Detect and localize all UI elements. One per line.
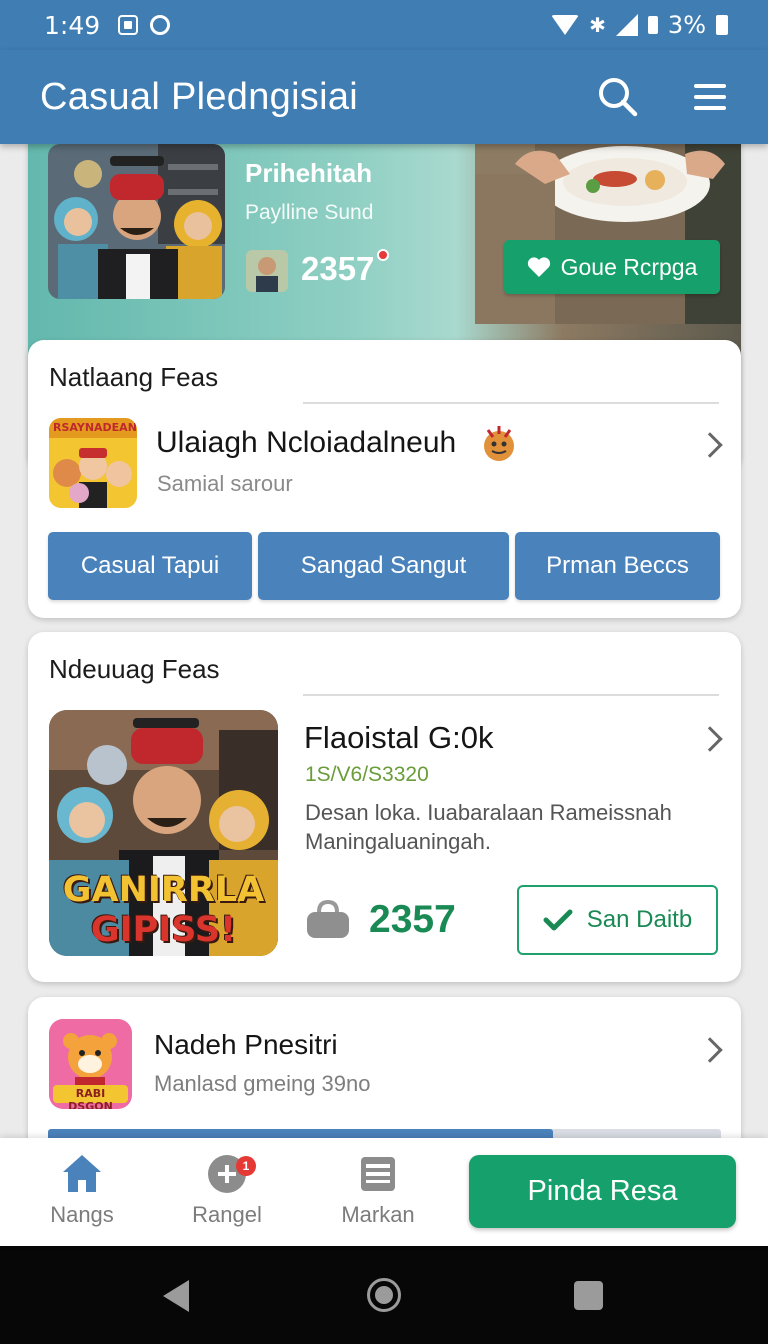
search-icon <box>599 78 638 117</box>
hero-action-label: Goue Rcrpga <box>560 253 698 280</box>
battery-small-icon <box>647 16 658 34</box>
item-title[interactable]: Ulaiagh Ncloiadalneuh <box>156 426 456 460</box>
chip-button[interactable]: Prman Beccs <box>515 532 720 600</box>
section-heading: Ndeuuag Feas <box>49 654 220 684</box>
app-title: Casual Pledngisiai <box>40 75 359 118</box>
cellular-signal-icon <box>615 14 638 36</box>
wifi-icon <box>551 15 580 35</box>
notification-badge: 1 <box>236 1156 256 1176</box>
hero-title: Prihehitah <box>245 158 373 188</box>
progress-bar <box>48 1129 721 1138</box>
location-icon <box>150 15 171 35</box>
featured-card: Natlaang Feas RSAYNADEAN Ulaiagh Ncloiad… <box>28 340 741 618</box>
chevron-right-icon[interactable] <box>697 1037 723 1063</box>
thumbnail-caption: RSAYNADEAN <box>53 421 137 434</box>
product-count: 2357 <box>369 898 456 941</box>
divider <box>303 402 719 404</box>
hero-action-button[interactable]: Goue Rcrpga <box>504 240 720 294</box>
section-heading: Natlaang Feas <box>49 362 219 392</box>
food-plate-image <box>475 144 741 324</box>
product-title[interactable]: Flaoistal G:0k <box>304 720 494 756</box>
checkmark-icon <box>543 909 573 931</box>
chip-button[interactable]: Sangad Sangut <box>258 532 509 600</box>
thumbnail-caption: RABI DSGON <box>68 1087 113 1109</box>
nav-item-home[interactable]: Nangs <box>27 1152 137 1228</box>
notification-app-icon <box>118 15 139 35</box>
progress-fill <box>48 1129 553 1138</box>
nav-label: Nangs <box>50 1202 114 1227</box>
bottom-navigation: Nangs 1 Rangel Markan Pinda Resa <box>0 1138 768 1246</box>
product-poster-image[interactable]: GANIRRLA GIPISS! <box>49 710 278 956</box>
app-bar: Casual Pledngisiai <box>0 50 768 144</box>
battery-percent: 3% <box>667 11 706 39</box>
nav-label: Rangel <box>192 1202 262 1227</box>
item-thumbnail[interactable]: RSAYNADEAN <box>49 418 137 508</box>
wallet-icon <box>361 1157 395 1191</box>
back-icon[interactable] <box>163 1280 189 1312</box>
confirm-button[interactable]: San Daitb <box>517 885 718 955</box>
menu-button[interactable] <box>688 75 732 119</box>
status-bar: 1:49 ✱ 3% <box>0 0 768 50</box>
notification-icons <box>118 15 171 35</box>
item-thumbnail: RABI DSGON <box>49 1019 132 1109</box>
chevron-right-icon[interactable] <box>697 726 723 752</box>
hero-avatar <box>246 250 288 292</box>
recents-icon[interactable] <box>574 1281 603 1310</box>
product-price: 1S/V6/S3320 <box>305 763 429 786</box>
home-icon <box>63 1155 101 1192</box>
list-card[interactable]: RABI DSGON Nadeh Pnesitri Manlasd gmeing… <box>28 997 741 1138</box>
menu-icon <box>694 84 726 110</box>
hero-subtitle: Paylline Sund <box>245 201 374 224</box>
poster-text-line1: GANIRRLA <box>62 870 265 910</box>
hero-group-photo <box>48 144 225 299</box>
bag-icon <box>307 900 349 938</box>
mascot-emoji-icon <box>484 426 514 461</box>
nav-item-add[interactable]: 1 Rangel <box>172 1152 282 1228</box>
battery-icon <box>716 15 728 35</box>
product-description: Desan loka. Iuabaralaan Rameissnah Manin… <box>305 800 672 854</box>
nav-label: Markan <box>341 1202 415 1227</box>
primary-cta-button[interactable]: Pinda Resa <box>469 1155 736 1228</box>
product-card: Ndeuuag Feas GANIRRLA GIPISS! Flaoistal … <box>28 632 741 982</box>
chip-button[interactable]: Casual Tapui <box>48 532 252 600</box>
search-button[interactable] <box>596 75 640 119</box>
hero-count: 2357 <box>301 250 375 287</box>
chevron-right-icon[interactable] <box>697 432 723 458</box>
confirm-button-label: San Daitb <box>586 906 693 933</box>
scroll-content[interactable]: Prihehitah Paylline Sund 2357 Goue Rcrpg… <box>0 144 768 1138</box>
nav-item-wallet[interactable]: Markan <box>323 1152 433 1228</box>
heart-icon <box>527 257 550 277</box>
bluetooth-icon: ✱ <box>589 13 606 37</box>
item-subtitle: Samial sarour <box>157 471 293 496</box>
notification-dot <box>377 249 389 261</box>
item-title: Nadeh Pnesitri <box>154 1029 338 1060</box>
item-subtitle: Manlasd gmeing 39no <box>154 1071 371 1096</box>
home-circle-icon[interactable] <box>367 1278 401 1312</box>
divider <box>303 694 719 696</box>
status-right: ✱ 3% <box>551 11 728 39</box>
status-time: 1:49 <box>44 10 101 40</box>
chip-row: Casual Tapui Sangad Sangut Prman Beccs <box>48 532 720 600</box>
system-navigation-bar <box>0 1246 768 1344</box>
poster-text-line2: GIPISS! <box>90 910 237 950</box>
